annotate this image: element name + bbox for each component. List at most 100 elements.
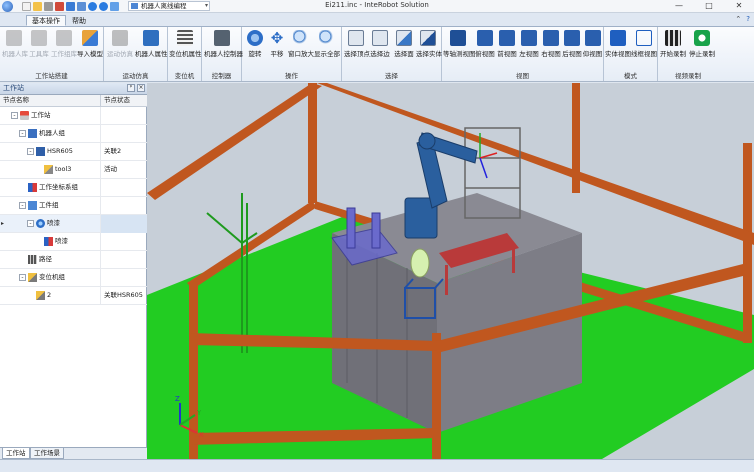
new-file-icon[interactable] [22,2,31,11]
bottom-view-button[interactable]: 仰视图 [582,30,603,68]
help-icon[interactable]: ? [746,15,750,23]
iso-view-button[interactable]: 等轴测视图 [443,30,476,68]
close-button[interactable]: ✕ [724,0,754,13]
column-header-status[interactable]: 节点状态 [101,95,147,107]
axis-y-label: Y [196,409,202,417]
tree-cell-name: 路径 [0,251,101,269]
app-window: 机器人离线编程 ▾ Ei211.inc - InteRobot Solution… [0,0,754,472]
app-logo-icon[interactable] [2,1,13,12]
open-folder-icon[interactable] [33,2,42,11]
bottom-view-icon [584,30,601,46]
tab-workstation[interactable]: 工作站 [2,448,30,459]
select-edge-button[interactable]: 选择边 [368,30,392,68]
import-model-button[interactable]: 导入模型 [77,30,103,68]
tree-row[interactable]: 喷漆 [0,233,147,251]
workstation-tree: - 工作站 - 机器人组 - HSR605 关联2 tool3 活动 工作坐标系… [0,107,147,305]
pin-button[interactable]: ᵖ [127,84,135,92]
front-view-icon [499,30,515,46]
tree-row[interactable]: - 变位机组 [0,269,147,287]
select-solid-button[interactable]: 选择实体 [416,30,442,68]
expander-icon[interactable]: - [19,130,26,137]
tree-row[interactable]: 2 关联HSR605 [0,287,147,305]
node-status: 活动 [104,165,117,173]
spray-gun [410,248,430,278]
tree-row-selected[interactable]: ▸ - 喷漆 [0,215,147,233]
tab-help[interactable]: 帮助 [66,15,92,26]
chevron-down-icon: ▾ [204,2,208,9]
expander-icon[interactable]: - [11,112,18,119]
quick-access-toolbar [22,1,119,12]
robot-joint [418,132,436,150]
3d-viewport[interactable]: Z X Y [147,83,754,459]
redo-icon[interactable] [99,2,108,11]
save-as-icon[interactable] [77,2,86,11]
save-icon[interactable] [66,2,75,11]
maximize-button[interactable]: □ [694,0,724,13]
tree-row[interactable]: tool3 活动 [0,161,147,179]
frame-group-icon [28,183,37,192]
tree-row[interactable]: - 工件组 [0,197,147,215]
record-start-button[interactable]: 开始录制 [659,30,687,68]
column-header-name[interactable]: 节点名称 [0,95,101,107]
select-face-icon [396,30,412,46]
workgroup-library-button[interactable]: 工作组库 [51,30,77,68]
axis-x-label: X [199,431,204,439]
record-stop-button[interactable]: 停止录制 [688,30,716,68]
group-video-recording: 开始录制 停止录制 视频录制 [658,27,718,81]
document-combo[interactable]: 机器人离线编程 ▾ [128,1,210,11]
zoom-window-button[interactable]: 窗口放大 [288,30,314,68]
group-label: 运动仿真 [122,72,149,80]
zoom-all-button[interactable]: 显示全部 [314,30,340,68]
expander-icon[interactable]: - [27,220,34,227]
select-vertex-button[interactable]: 选择顶点 [344,30,370,68]
tab-basic-operations[interactable]: 基本操作 [26,15,66,26]
panel-buttons: ᵖ × [127,84,145,92]
node-status [101,125,147,143]
tree-row[interactable]: - 机器人组 [0,125,147,143]
solid-mode-button[interactable]: 实体视图 [605,30,631,68]
left-view-button[interactable]: 左视图 [518,30,540,68]
panel-close-button[interactable]: × [137,84,145,92]
tree-row[interactable]: - HSR605 关联2 [0,143,147,161]
document-icon [131,3,138,9]
group-controller: 机器人控制器 控制器 [202,27,243,81]
tree-row[interactable]: 路径 [0,251,147,269]
group-label: 工作站搭建 [35,72,68,80]
minimize-button[interactable]: — [664,0,694,13]
undo-icon[interactable] [88,2,97,11]
rotate-button[interactable]: 旋转 [244,30,266,68]
wireframe-mode-icon [636,30,652,46]
robot-properties-button[interactable]: 机器人属性 [135,30,168,68]
wireframe-mode-button[interactable]: 线框视图 [631,30,657,68]
group-operations: 旋转 ✥ 平移 窗口放大 显示全部 操作 [242,27,342,81]
right-view-button[interactable]: 右视图 [540,30,562,68]
expander-icon[interactable]: - [19,202,26,209]
robot-controller-button[interactable]: 机器人控制器 [204,30,243,68]
motion-sim-button[interactable]: 运动仿真 [106,30,134,68]
window-icon[interactable] [110,2,119,11]
tree-row[interactable]: - 工作站 [0,107,147,125]
print-icon[interactable] [44,2,53,11]
tab-work-scene[interactable]: 工作场景 [30,448,64,459]
select-face-button[interactable]: 选择面 [392,30,416,68]
tool-icon [44,165,53,174]
front-view-button[interactable]: 前视图 [496,30,518,68]
panel-title-bar: 工作站 ᵖ × [0,83,147,95]
status-bar [0,459,754,472]
ribbon-minimize-icon[interactable]: ⌃ [735,15,741,23]
positioner-properties-button[interactable]: 变位机属性 [169,30,202,68]
node-label: 工作站 [31,111,51,119]
export-icon[interactable] [55,2,64,11]
tool-frame-axis [479,157,488,179]
expander-icon[interactable]: - [27,148,34,155]
expander-icon[interactable]: - [19,274,26,281]
top-view-button[interactable]: 俯视图 [474,30,496,68]
robot-library-button[interactable]: 机器人库 [2,30,28,68]
back-view-button[interactable]: 后视图 [562,30,582,68]
path-icon [28,255,37,264]
tree-cell-name: - 喷漆 [0,215,101,233]
pan-button[interactable]: ✥ 平移 [266,30,288,68]
tree-row[interactable]: 工作坐标系组 [0,179,147,197]
tool-library-button[interactable]: 工具库 [27,30,51,68]
scene-canvas[interactable]: Z X Y [147,83,754,459]
